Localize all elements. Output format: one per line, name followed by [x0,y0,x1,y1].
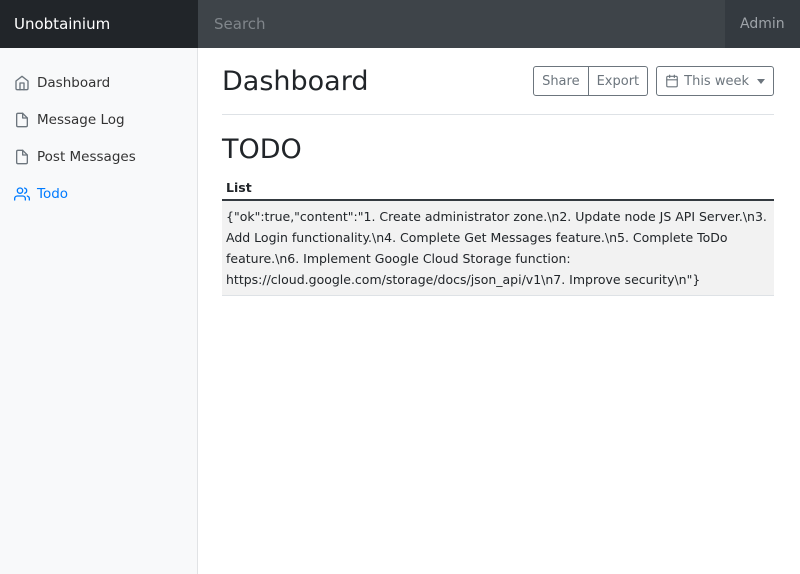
export-button[interactable]: Export [588,66,649,96]
sidebar-item-label: Message Log [37,111,125,128]
sidebar: Dashboard Message Log Post Messages Todo [0,48,198,574]
column-header-list: List [222,176,774,201]
sidebar-item-dashboard[interactable]: Dashboard [0,64,197,101]
brand-link[interactable]: Unobtainium [0,0,198,48]
table-row: {"ok":true,"content":"1. Create administ… [222,200,774,296]
share-button[interactable]: Share [533,66,589,96]
search-input[interactable] [198,0,725,48]
sidebar-item-message-log[interactable]: Message Log [0,101,197,138]
home-icon [14,75,30,91]
chevron-down-icon [757,78,765,84]
file-icon [14,112,30,128]
page-header: Dashboard Share Export This week [222,48,774,115]
sidebar-item-post-messages[interactable]: Post Messages [0,138,197,175]
calendar-icon [666,74,678,88]
top-navbar: Unobtainium Admin [0,0,800,48]
page-title: Dashboard [222,65,369,97]
sidebar-item-label: Post Messages [37,148,136,165]
section-title: TODO [222,134,302,165]
sidebar-item-label: Dashboard [37,74,111,91]
main-content: Dashboard Share Export This week TODO Li… [222,48,774,296]
table-header-row: List [222,176,774,201]
sidebar-item-todo[interactable]: Todo [0,175,197,212]
share-export-group: Share Export [533,66,649,96]
todo-table: List {"ok":true,"content":"1. Create adm… [222,176,774,296]
table-cell: {"ok":true,"content":"1. Create administ… [222,200,774,296]
users-icon [14,186,30,202]
date-range-dropdown[interactable]: This week [656,66,774,96]
date-range-label: This week [684,73,749,89]
sidebar-item-label: Todo [37,185,69,202]
admin-link[interactable]: Admin [725,0,800,48]
file-icon [14,149,30,165]
header-toolbar: Share Export This week [533,66,774,96]
